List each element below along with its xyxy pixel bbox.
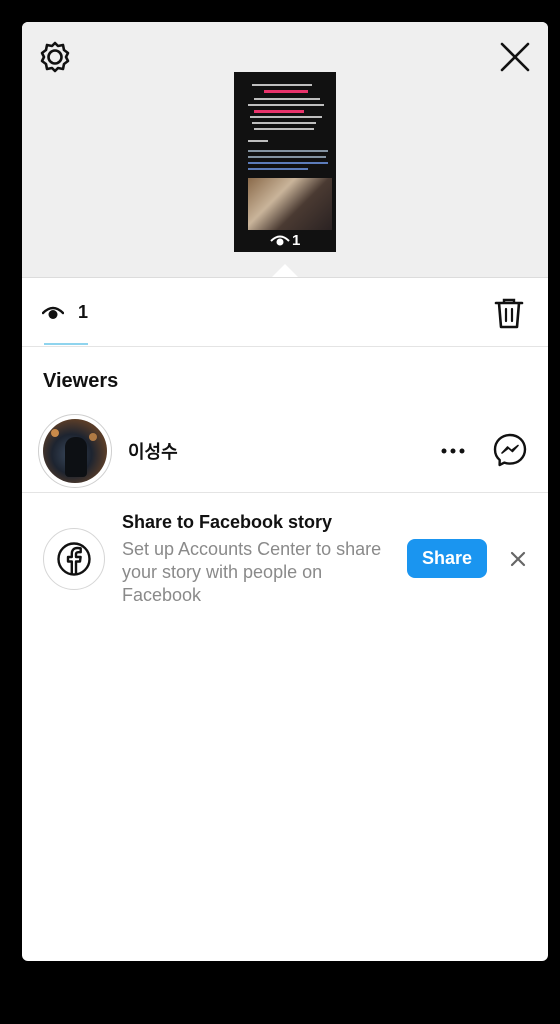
close-button[interactable] — [498, 40, 532, 74]
avatar-image — [43, 419, 107, 483]
eye-icon — [270, 235, 290, 245]
story-thumbnail-count-text: 1 — [292, 232, 301, 249]
facebook-share-card: Share to Facebook story Set up Accounts … — [22, 493, 548, 623]
trash-icon — [494, 298, 524, 329]
messenger-icon — [493, 433, 527, 467]
settings-icon — [40, 41, 70, 73]
settings-button[interactable] — [38, 40, 72, 74]
tab-views[interactable]: 1 — [42, 302, 88, 323]
facebook-share-title: Share to Facebook story — [122, 512, 333, 532]
story-thumbnail-photo — [248, 178, 332, 230]
views-count: 1 — [78, 302, 89, 322]
avatar[interactable] — [38, 414, 112, 488]
eye-icon — [42, 306, 64, 319]
delete-story-button[interactable] — [492, 296, 526, 330]
story-thumbnail[interactable]: 1 — [234, 72, 336, 252]
facebook-icon-container — [43, 528, 105, 590]
story-viewers-sheet: 1 1 Viewers 이성수 Share to Facebook story … — [22, 22, 548, 961]
viewer-username[interactable]: 이성수 — [128, 438, 178, 464]
close-icon — [500, 42, 530, 72]
story-thumbnail-view-count: 1 — [270, 232, 300, 249]
facebook-share-description: Set up Accounts Center to share your sto… — [122, 539, 382, 605]
viewer-list-item[interactable]: 이성수 — [22, 412, 548, 492]
more-icon — [441, 448, 465, 454]
views-tab-bar: 1 — [22, 278, 548, 346]
viewers-heading: Viewers — [43, 370, 119, 392]
thumbnail-pointer — [271, 264, 299, 278]
send-message-button[interactable] — [492, 432, 528, 468]
tab-views-indicator — [44, 343, 88, 345]
facebook-icon — [57, 542, 91, 576]
dismiss-button[interactable] — [504, 545, 532, 573]
viewer-more-button[interactable] — [436, 434, 470, 468]
dismiss-icon — [510, 551, 526, 567]
divider — [22, 346, 548, 347]
story-preview-area: 1 — [22, 22, 548, 278]
share-button[interactable]: Share — [407, 539, 487, 578]
